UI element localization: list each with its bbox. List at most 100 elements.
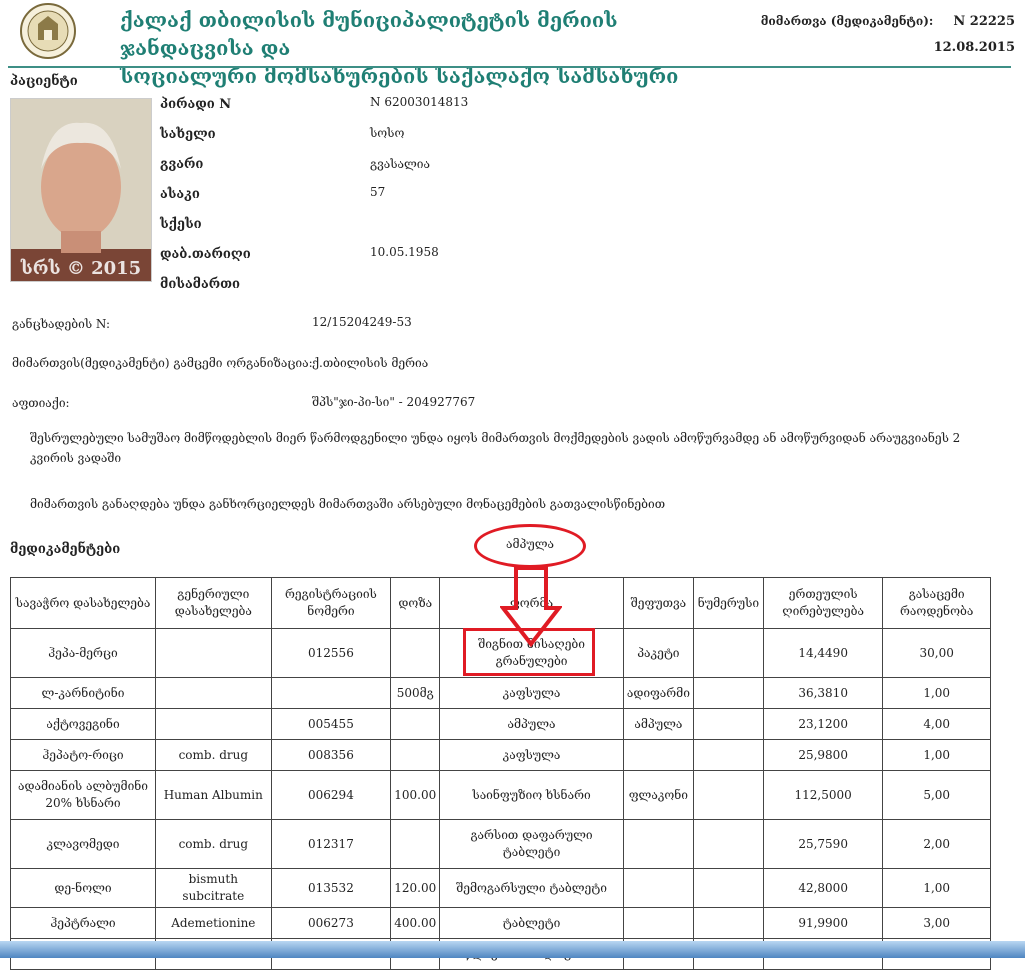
field-label-first-name: სახელი <box>160 127 216 142</box>
table-cell <box>155 677 272 709</box>
column-header: გენერიული დასახელება <box>155 577 272 629</box>
table-cell: ტაბლეტი <box>439 907 624 939</box>
info-label-pharmacy: აფთიაქი: <box>12 396 70 410</box>
table-cell: 006294 <box>270 770 392 820</box>
table-cell <box>155 628 272 678</box>
table-cell: 1,00 <box>882 677 991 709</box>
table-cell: აქტოვეგინი <box>10 708 156 740</box>
field-label-age: ასაკი <box>160 187 200 202</box>
referral-date: 12.08.2015 <box>933 40 1015 55</box>
field-value-age: 57 <box>370 185 386 199</box>
field-label-address: მისამართი <box>160 277 240 292</box>
info-value-issuing-org: ქ.თბილისის მერია <box>312 356 429 370</box>
field-label-last-name: გვარი <box>160 157 204 172</box>
table-cell: ლ-კარნიტინი <box>10 677 156 709</box>
table-cell <box>622 907 694 939</box>
table-cell: 25,7590 <box>762 819 884 869</box>
table-cell: 36,3810 <box>762 677 884 709</box>
table-row: აქტოვეგინი 005455 ამპულა ამპულა 23,1200 … <box>10 708 991 740</box>
table-cell: 42,8000 <box>762 868 884 908</box>
table-cell: 008356 <box>270 739 392 771</box>
field-value-last-name: გვასალია <box>370 157 431 171</box>
column-header: გასაცემი რაოდენობა <box>882 577 991 629</box>
column-header: ნუმერუსი <box>692 577 764 629</box>
table-cell: ადიფარმი <box>622 677 694 709</box>
table-cell: 005455 <box>270 708 392 740</box>
table-cell: 14,4490 <box>762 628 884 678</box>
table-row: ლ-კარნიტინი 500მგ კაფსულა ადიფარმი 36,38… <box>10 677 991 709</box>
table-cell: 400.00 <box>390 907 441 939</box>
table-cell: შემოგარსული ტაბლეტი <box>439 868 624 908</box>
table-cell: 013532 <box>270 868 392 908</box>
patient-photo: სრს © 2015 <box>10 98 152 282</box>
table-cell: comb. drug <box>155 739 272 771</box>
table-cell: ამპულა <box>622 708 694 740</box>
annotation-highlight-box <box>463 628 595 676</box>
table-cell <box>390 819 441 869</box>
table-cell: 500მგ <box>390 677 441 709</box>
field-label-personal-number: პირადი N <box>160 97 232 112</box>
table-cell <box>692 868 764 908</box>
table-cell: 30,00 <box>882 628 991 678</box>
table-cell: დე-ნოლი <box>10 868 156 908</box>
info-value-pharmacy: შპს"ჯი-პი-სი" - 204927767 <box>312 395 476 409</box>
table-cell <box>155 708 272 740</box>
table-cell <box>270 677 392 709</box>
table-cell: გარსით დაფარული ტაბლეტი <box>439 819 624 869</box>
column-header: სავაჭრო დასახელება <box>10 577 156 629</box>
organization-title: ქალაქ თბილისის მუნიციპალიტეტის მერიის ჯა… <box>120 6 740 90</box>
field-label-sex: სქესი <box>160 217 202 232</box>
table-cell: 1,00 <box>882 868 991 908</box>
table-cell: 100.00 <box>390 770 441 820</box>
note-redemption: მიმართვის განაღდება უნდა განხორციელდეს მ… <box>30 497 666 511</box>
table-cell: კაფსულა <box>439 739 624 771</box>
table-cell <box>692 819 764 869</box>
table-row: კლავომედი comb. drug 012317 გარსით დაფარ… <box>10 819 991 869</box>
annotation-ellipse-text: ამპულა <box>505 537 554 551</box>
table-cell: კლავომედი <box>10 819 156 869</box>
table-cell: 23,1200 <box>762 708 884 740</box>
column-header: დოზა <box>390 577 441 629</box>
medications-section-label: მედიკამენტები <box>10 542 121 557</box>
table-cell: 2,00 <box>882 819 991 869</box>
table-cell: ჰეპა-მერცი <box>10 628 156 678</box>
org-title-line1: ქალაქ თბილისის მუნიციპალიტეტის მერიის ჯა… <box>120 8 618 60</box>
table-cell: 006273 <box>270 907 392 939</box>
taskbar <box>0 941 1025 958</box>
table-cell: 012556 <box>270 628 392 678</box>
table-row: ადამიანის ალბუმინი 20% ხსნარი Human Albu… <box>10 770 991 820</box>
table-row: დე-ნოლი bismuth subcitrate 013532 120.00… <box>10 868 991 908</box>
header-divider <box>8 66 1011 68</box>
info-label-application-number: განცხადების N: <box>12 317 111 331</box>
table-cell: ფლაკონი <box>622 770 694 820</box>
table-cell: 1,00 <box>882 739 991 771</box>
table-cell <box>390 628 441 678</box>
field-value-first-name: სოსო <box>370 126 405 140</box>
table-cell <box>692 628 764 678</box>
photo-watermark: სრს © 2015 <box>20 258 142 279</box>
table-cell <box>692 739 764 771</box>
referral-number: N 22225 <box>953 14 1015 29</box>
table-cell: 5,00 <box>882 770 991 820</box>
table-row: ჰეპტრალი Ademetionine 006273 400.00 ტაბლ… <box>10 907 991 939</box>
column-header: რეგისტრაციის ნომერი <box>270 577 392 629</box>
table-cell: პაკეტი <box>622 628 694 678</box>
table-cell: comb. drug <box>155 819 272 869</box>
field-value-personal-number: N 62003014813 <box>370 95 469 109</box>
table-cell <box>692 770 764 820</box>
table-cell: ადამიანის ალბუმინი 20% ხსნარი <box>10 770 156 820</box>
info-value-application-number: 12/15204249-53 <box>312 315 412 329</box>
table-cell: Human Albumin <box>155 770 272 820</box>
municipality-logo <box>8 2 88 60</box>
field-label-birth-date: დაბ.თარიღი <box>160 247 251 262</box>
table-cell <box>692 907 764 939</box>
table-cell <box>390 739 441 771</box>
table-cell: 120.00 <box>390 868 441 908</box>
table-cell: კაფსულა <box>439 677 624 709</box>
table-cell: ჰეპატო-რიცი <box>10 739 156 771</box>
table-cell <box>692 677 764 709</box>
table-row: ჰეპატო-რიცი comb. drug 008356 კაფსულა 25… <box>10 739 991 771</box>
table-cell: 112,5000 <box>762 770 884 820</box>
referral-info: მიმართვა (მედიკამენტი): N 22225 12.08.201… <box>761 8 1015 61</box>
table-cell: Ademetionine <box>155 907 272 939</box>
